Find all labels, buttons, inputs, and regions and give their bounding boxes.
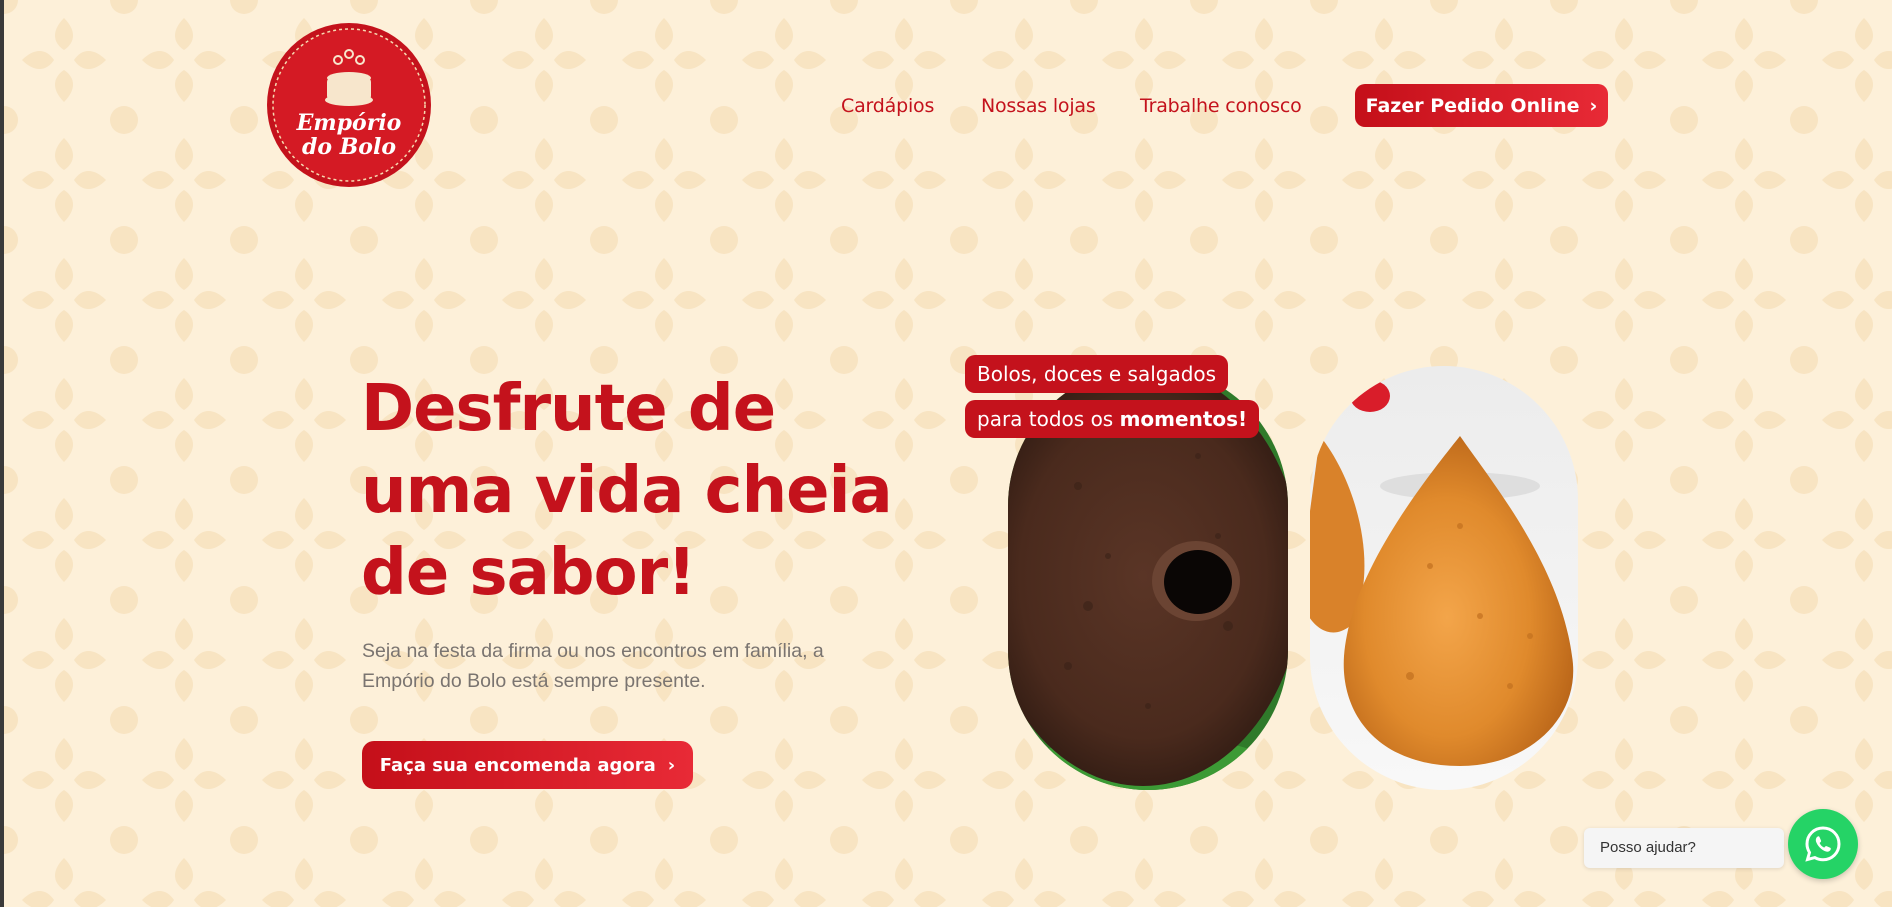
tagline-badge: para todos os momentos! xyxy=(965,400,1260,438)
chevron-right-icon: › xyxy=(667,754,676,776)
brand-logo[interactable]: Empório do Bolo xyxy=(266,22,432,188)
coxinha-image xyxy=(1310,366,1578,790)
whatsapp-icon xyxy=(1805,826,1841,862)
hero-subtitle-line: Seja na festa da firma ou nos encontros … xyxy=(362,640,824,662)
order-online-button[interactable]: Fazer Pedido Online › xyxy=(1355,84,1608,127)
hero-subtitle-line: Empório do Bolo está sempre presente. xyxy=(362,670,706,692)
nav-cardapios[interactable]: Cardápios xyxy=(841,94,934,118)
tagline-text: para todos os xyxy=(977,407,1120,431)
nav-trabalhe-conosco[interactable]: Trabalhe conosco xyxy=(1140,94,1302,118)
tagline-badge: Bolos, doces e salgados xyxy=(965,355,1229,393)
hero-title-line: de sabor! xyxy=(361,536,696,610)
order-now-label: Faça sua encomenda agora xyxy=(379,754,656,776)
chevron-right-icon: › xyxy=(1589,94,1598,117)
order-now-button[interactable]: Faça sua encomenda agora › xyxy=(362,741,693,789)
hero-title-line: uma vida cheia xyxy=(361,454,893,528)
order-online-label: Fazer Pedido Online xyxy=(1365,94,1580,117)
nav-nossas-lojas[interactable]: Nossas lojas xyxy=(981,94,1096,118)
hero-title-line: Desfrute de xyxy=(361,372,776,446)
whatsapp-button[interactable] xyxy=(1788,809,1858,879)
chat-bubble[interactable]: Posso ajudar? xyxy=(1584,828,1784,868)
hero-subtitle: Seja na festa da firma ou nos encontros … xyxy=(362,636,872,696)
tagline-emphasis: momentos! xyxy=(1119,407,1248,431)
logo-text-line1: Empório xyxy=(296,110,402,136)
logo-text-line2: do Bolo xyxy=(302,134,396,160)
hero-title: Desfrute de uma vida cheia de sabor! xyxy=(361,368,893,614)
